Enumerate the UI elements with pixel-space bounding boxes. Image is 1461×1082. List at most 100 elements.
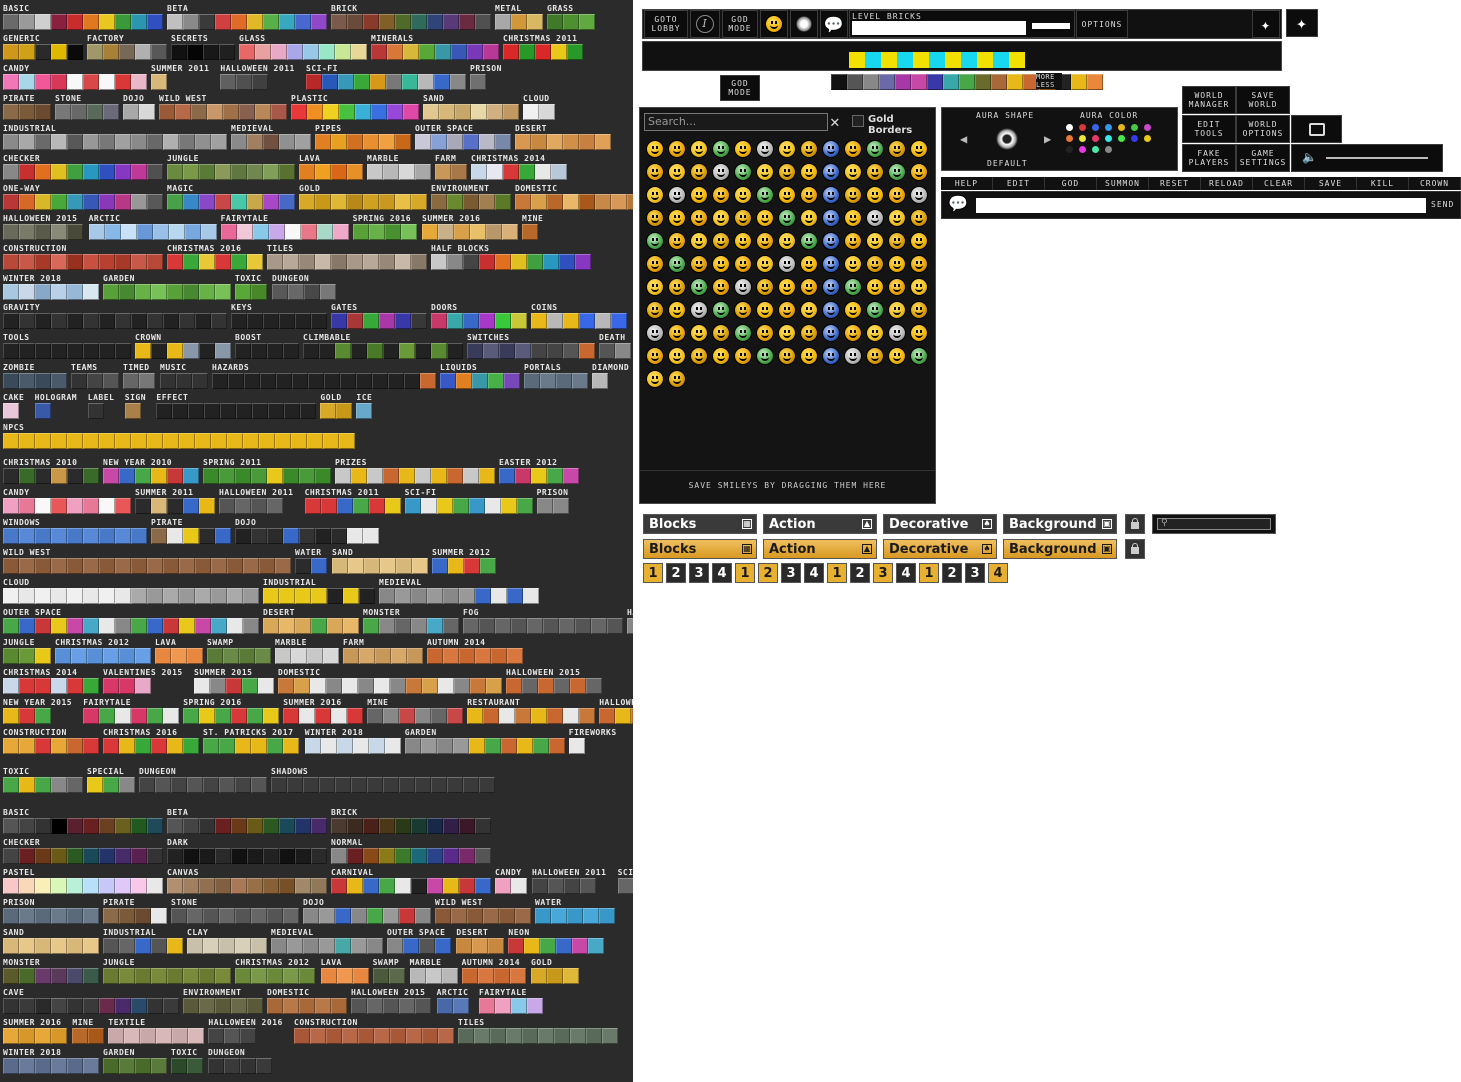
brick-tile[interactable] [415,343,431,359]
brick-tile[interactable] [511,878,527,894]
brick-tile[interactable] [3,528,19,544]
smiley-icon[interactable] [910,163,928,181]
brick-tile[interactable] [342,678,358,694]
brick-tile[interactable] [310,678,326,694]
brick-tile[interactable] [67,468,83,484]
brick-tile[interactable] [515,134,531,150]
brick-tile[interactable] [458,1028,474,1044]
command-edit[interactable]: Edit [993,177,1045,190]
brick-tile[interactable] [119,777,135,793]
brick-tile[interactable] [35,44,51,60]
brick-tile[interactable] [299,968,315,984]
brick-tile[interactable] [88,224,105,240]
brick-tile[interactable] [320,968,337,984]
brick-tile[interactable] [447,134,463,150]
brick-tile[interactable] [279,878,295,894]
brick-tile[interactable] [331,14,347,30]
brick-tile[interactable] [395,618,411,634]
brick-tile[interactable] [188,1028,205,1044]
command-save[interactable]: Save [1305,177,1357,190]
brick-tile[interactable] [119,468,135,484]
brick-tile[interactable] [367,938,383,954]
brick-tile[interactable] [352,498,369,514]
brick-tile[interactable] [131,708,148,724]
brick-tile[interactable] [115,558,131,574]
brick-tile[interactable] [331,528,347,544]
brick-tile[interactable] [83,998,99,1014]
aura-color-swatch[interactable] [1066,124,1073,131]
brick-tile[interactable] [226,678,242,694]
brick-tile[interactable] [435,164,451,180]
brick-tile[interactable] [500,738,517,754]
smiley-icon[interactable] [800,186,818,204]
smiley-icon[interactable] [712,163,730,181]
brick-tile[interactable] [271,777,287,793]
brick-tile[interactable] [503,164,519,180]
brick-tile[interactable] [279,848,295,864]
smiley-icon[interactable] [756,163,774,181]
brick-tile[interactable] [51,528,67,544]
smiley-icon[interactable] [734,278,752,296]
brick-tile[interactable] [263,134,279,150]
brick-tile[interactable] [372,968,389,984]
brick-tile[interactable] [456,373,472,389]
brick-tile[interactable] [404,373,420,389]
brick-tile[interactable] [607,618,623,634]
brick-tile[interactable] [51,44,67,60]
brick-tile[interactable] [422,1028,438,1044]
brick-tile[interactable] [199,498,215,514]
brick-tile[interactable] [332,558,348,574]
brick-tile[interactable] [443,848,459,864]
brick-tile[interactable] [211,313,227,329]
smiley-icon[interactable] [888,140,906,158]
brick-tile[interactable] [284,403,301,419]
brick-tile[interactable] [215,708,232,724]
brick-tile[interactable] [547,468,563,484]
smiley-icon[interactable] [822,324,840,342]
brick-tile[interactable] [508,938,525,954]
tab-background-gold[interactable]: Background ▣ [1003,539,1117,559]
smiley-icon[interactable] [712,232,730,250]
smiley-icon[interactable] [866,140,884,158]
brick-tile[interactable] [267,528,283,544]
brick-tile[interactable] [19,998,35,1014]
brick-tile[interactable] [307,648,323,664]
brick-tile[interactable] [251,284,267,300]
brick-tile[interactable] [115,313,131,329]
brick-tile[interactable] [83,708,100,724]
brick-tile[interactable] [595,134,611,150]
brick-tile[interactable] [151,498,167,514]
brick-tile[interactable] [592,373,608,389]
brick-tile[interactable] [279,818,295,834]
brick-tile[interactable] [272,284,288,300]
brick-tile[interactable] [435,44,451,60]
smiley-icon[interactable] [888,186,906,204]
brick-tile[interactable] [299,254,315,270]
fullscreen-sparkle-button[interactable]: ✦ [1286,9,1318,37]
brick-tile[interactable] [563,468,579,484]
command-help[interactable]: Help [941,177,993,190]
brick-tile[interactable] [187,1058,203,1074]
smiley-icon[interactable] [690,301,708,319]
brick-tile[interactable] [511,254,527,270]
brick-tile[interactable] [115,134,131,150]
brick-tile[interactable] [455,104,471,120]
brick-tile[interactable] [35,313,51,329]
brick-tile[interactable] [55,648,71,664]
brick-tile[interactable] [243,558,259,574]
brick-tile[interactable] [563,708,580,724]
brick-tile[interactable] [363,528,379,544]
brick-tile[interactable] [295,588,311,604]
brick-tile[interactable] [3,777,19,793]
brick-tile[interactable] [3,848,19,864]
brick-tile[interactable] [151,968,167,984]
info-button[interactable]: i [690,10,720,38]
brick-tile[interactable] [347,134,363,150]
smiley-icon[interactable] [800,324,818,342]
brick-tile[interactable] [519,164,535,180]
brick-tile[interactable] [219,44,235,60]
brick-tile[interactable] [51,373,67,389]
brick-tile[interactable] [204,403,221,419]
brick-tile[interactable] [563,968,579,984]
brick-tile[interactable] [315,134,331,150]
